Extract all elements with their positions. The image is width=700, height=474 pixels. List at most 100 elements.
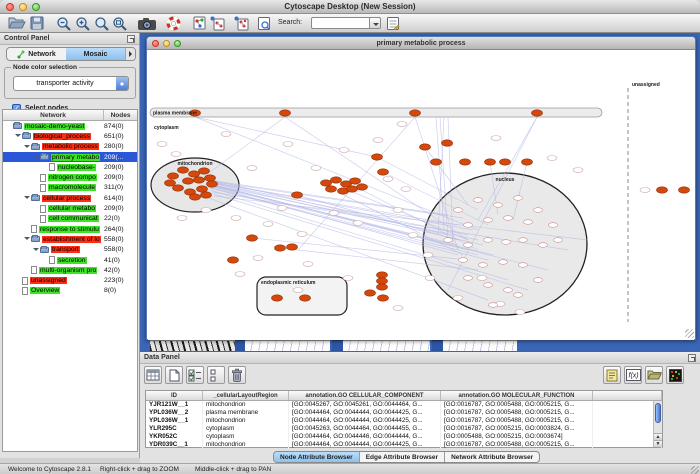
node-color-dropdown[interactable]: transporter activity	[13, 76, 129, 91]
node-small[interactable]	[479, 263, 488, 268]
node-small[interactable]	[515, 310, 525, 315]
node-small[interactable]	[573, 168, 583, 173]
node-small[interactable]	[459, 258, 468, 263]
tree-col-nodes[interactable]: Nodes	[104, 110, 137, 120]
node-small[interactable]	[408, 233, 418, 238]
node-selected-orange[interactable]	[485, 159, 496, 165]
node-small[interactable]	[397, 122, 407, 127]
scroll-down-icon[interactable]: ▼	[654, 440, 662, 447]
delete-attribute-icon[interactable]	[228, 366, 246, 384]
tree-row[interactable]: cellular metabo209(0)	[3, 203, 137, 213]
node-small[interactable]	[235, 272, 245, 277]
node-small[interactable]	[221, 132, 231, 137]
node-small[interactable]	[539, 243, 548, 248]
tree-row[interactable]: transport558(0)	[3, 245, 137, 255]
tree-row[interactable]: mosaic-demo-yeast874(0)	[3, 121, 137, 131]
node-selected-orange[interactable]	[377, 272, 388, 278]
node-selected-orange[interactable]	[194, 177, 205, 183]
tree-row[interactable]: multi-organism pro42(0)	[3, 265, 137, 275]
node-small[interactable]	[177, 216, 187, 221]
node-selected-orange[interactable]	[357, 184, 368, 190]
node-small[interactable]	[303, 262, 313, 267]
node-selected-orange[interactable]	[292, 192, 303, 198]
node-selected-orange[interactable]	[331, 177, 342, 183]
tab-network[interactable]: Network	[7, 48, 66, 60]
node-selected-orange[interactable]	[679, 187, 690, 193]
node-small[interactable]	[453, 296, 463, 301]
function-builder-icon[interactable]: f(x)	[624, 366, 642, 384]
node-small[interactable]	[293, 288, 303, 293]
node-selected-orange[interactable]	[442, 140, 453, 146]
node-small[interactable]	[534, 208, 543, 213]
new-attribute-icon[interactable]	[165, 366, 183, 384]
col-cellular[interactable]: annotation.GO CELLULAR_COMPONENT	[289, 391, 441, 400]
node-selected-orange[interactable]	[207, 181, 218, 187]
node-selected-orange[interactable]	[460, 159, 471, 165]
node-selected-orange[interactable]	[300, 295, 311, 301]
tab-mosaic[interactable]: Mosaic	[66, 48, 125, 60]
node-small[interactable]	[157, 142, 167, 147]
node-selected-orange[interactable]	[183, 178, 194, 184]
node-selected-orange[interactable]	[247, 235, 258, 241]
float-panel-icon[interactable]	[127, 35, 135, 43]
node-small[interactable]	[474, 198, 483, 203]
search-input[interactable]	[311, 17, 369, 29]
node-small[interactable]	[425, 276, 435, 281]
node-small[interactable]	[444, 238, 453, 243]
node-small[interactable]	[343, 276, 353, 281]
node-small[interactable]	[491, 136, 501, 141]
node-selected-orange[interactable]	[347, 186, 358, 192]
node-small[interactable]	[547, 156, 557, 161]
table-row[interactable]: YLR295Ccytoplasm[GO:0045263, GO:0044464,…	[146, 425, 662, 433]
unselect-attributes-icon[interactable]	[207, 366, 225, 384]
tree-row[interactable]: primary metabo209(...	[3, 152, 137, 162]
table-scrollbar[interactable]: ▲ ▼	[653, 401, 662, 447]
table-row[interactable]: YDR039C__1mitochondrion[GO:0044464, GO:0…	[146, 441, 662, 449]
tree-row[interactable]: metabolic process280(0)	[3, 142, 137, 152]
node-small[interactable]	[494, 203, 503, 208]
scrollbar-thumb[interactable]	[655, 403, 661, 423]
node-selected-orange[interactable]	[372, 154, 383, 160]
node-small[interactable]	[484, 283, 493, 288]
node-selected-orange[interactable]	[378, 169, 389, 175]
node-small[interactable]	[263, 222, 273, 227]
node-small[interactable]	[524, 220, 533, 225]
tree-row[interactable]: Overview8(0)	[3, 286, 137, 296]
node-small[interactable]	[504, 216, 513, 221]
matrix-icon[interactable]	[666, 366, 684, 384]
tab-edge-attribute-browser[interactable]: Edge Attribute Browser	[360, 452, 445, 462]
tree-row[interactable]: nitrogen compo209(0)	[3, 172, 137, 182]
table-row[interactable]: YPL036W__1mitochondrion[GO:0044464, GO:0…	[146, 417, 662, 425]
node-selected-orange[interactable]	[326, 186, 337, 192]
node-small[interactable]	[484, 238, 493, 243]
node-small[interactable]	[231, 216, 241, 221]
expand-arrow-icon[interactable]	[15, 132, 22, 140]
tree-row[interactable]: cell communicat22(0)	[3, 214, 137, 224]
tree-row[interactable]: cellular process614(0)	[3, 193, 137, 203]
node-small[interactable]	[329, 211, 339, 216]
node-selected-orange[interactable]	[522, 159, 533, 165]
node-small[interactable]	[171, 152, 181, 157]
node-small[interactable]	[297, 232, 307, 237]
node-selected-orange[interactable]	[410, 110, 421, 116]
node-selected-orange[interactable]	[197, 186, 208, 192]
tree-row[interactable]: secretion41(0)	[3, 255, 137, 265]
expand-arrow-icon[interactable]	[24, 143, 31, 151]
node-selected-orange[interactable]	[275, 245, 286, 251]
node-small[interactable]	[283, 142, 293, 147]
node-small[interactable]	[393, 306, 403, 311]
node-selected-orange[interactable]	[321, 180, 332, 186]
node-selected-orange[interactable]	[165, 180, 176, 186]
node-selected-orange[interactable]	[189, 171, 200, 177]
node-small[interactable]	[401, 187, 411, 192]
node-small[interactable]	[484, 218, 493, 223]
node-selected-orange[interactable]	[350, 178, 361, 184]
node-small[interactable]	[339, 148, 349, 153]
node-selected-orange[interactable]	[199, 168, 210, 174]
tree-col-network[interactable]: Network	[3, 110, 104, 120]
background-window-strip[interactable]	[443, 340, 517, 351]
node-small[interactable]	[519, 263, 528, 268]
float-panel-icon[interactable]	[688, 354, 696, 362]
node-selected-orange[interactable]	[190, 194, 201, 200]
node-small[interactable]	[423, 253, 433, 258]
